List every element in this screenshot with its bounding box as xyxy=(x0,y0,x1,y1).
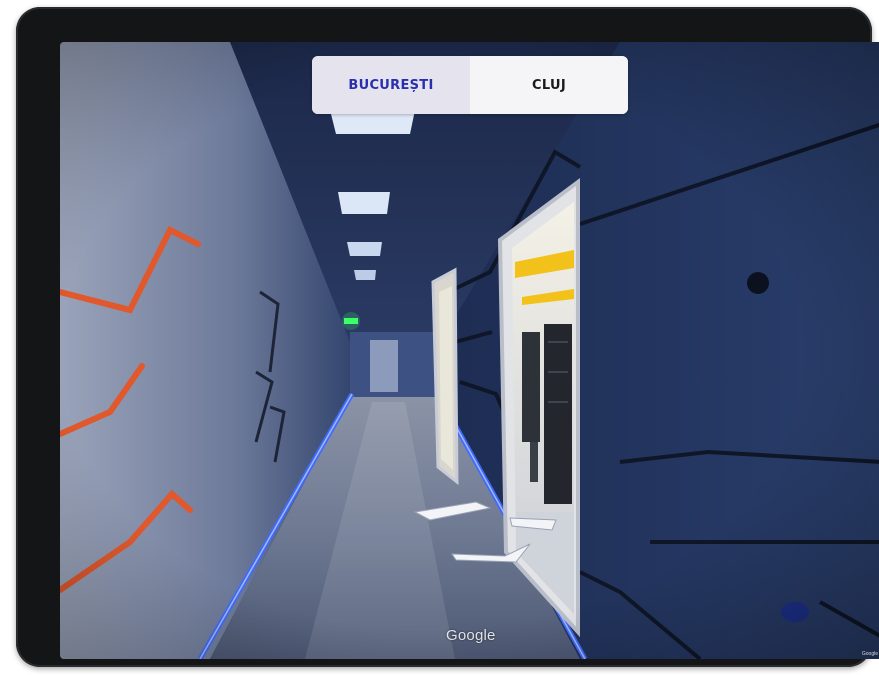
corridor-panorama-image[interactable] xyxy=(60,42,879,659)
tablet-frame: BUCUREȘTI CLUJ Google Google xyxy=(16,7,879,667)
street-view-panorama[interactable]: BUCUREȘTI CLUJ Google Google xyxy=(60,42,879,659)
location-switcher: BUCUREȘTI CLUJ xyxy=(312,56,628,114)
corner-credit: Google xyxy=(861,651,878,657)
location-tab-cluj[interactable]: CLUJ xyxy=(470,56,628,114)
location-tab-bucuresti[interactable]: BUCUREȘTI xyxy=(312,56,470,114)
google-watermark: Google xyxy=(446,627,496,644)
